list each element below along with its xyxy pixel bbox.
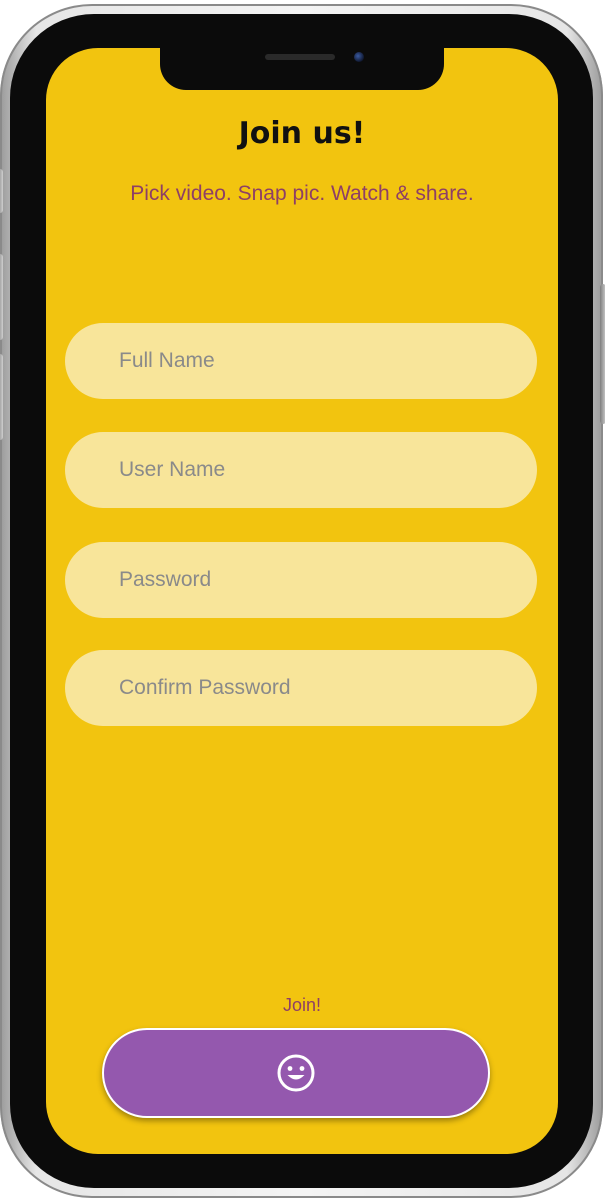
page-title: Join us!	[238, 116, 366, 151]
join-button[interactable]	[102, 1028, 490, 1118]
volume-down-button	[0, 354, 3, 440]
power-button	[600, 284, 605, 424]
speaker-grille	[265, 54, 335, 60]
join-label: Join!	[282, 995, 322, 1015]
signup-screen: Join us! Pick video. Snap pic. Watch & s…	[46, 48, 558, 1154]
mute-switch	[0, 169, 3, 213]
front-camera	[354, 52, 364, 62]
page-subtitle: Pick video. Snap pic. Watch & share.	[130, 182, 474, 205]
password-input[interactable]	[65, 542, 537, 618]
confirm-password-input[interactable]	[65, 650, 537, 726]
volume-up-button	[0, 254, 3, 340]
full-name-input[interactable]	[65, 323, 537, 399]
notch	[160, 48, 444, 90]
user-name-input[interactable]	[65, 432, 537, 508]
smiley-face-icon	[277, 1054, 315, 1092]
